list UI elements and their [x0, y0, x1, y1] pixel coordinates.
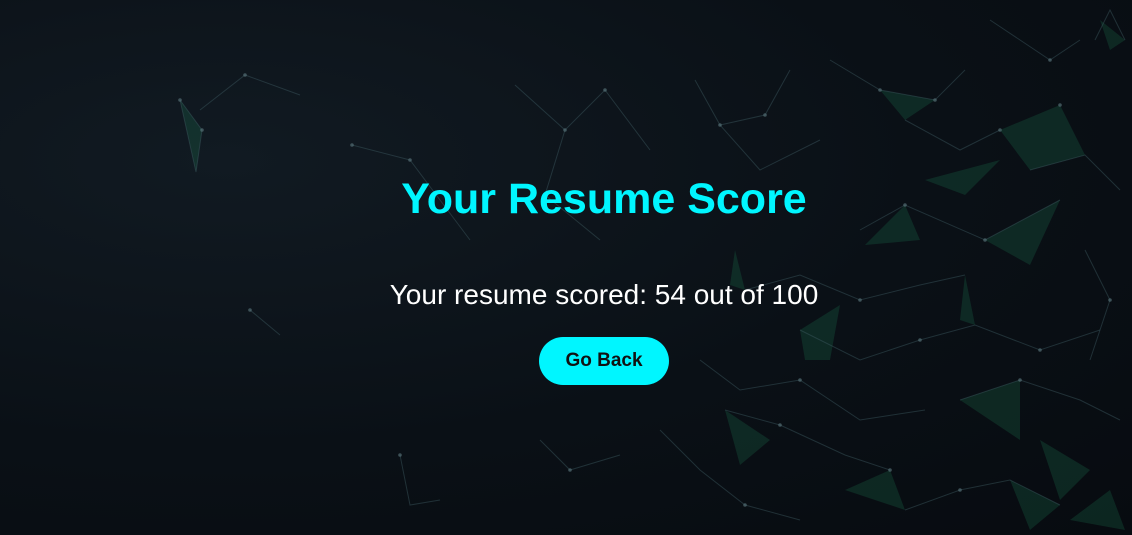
page-title: Your Resume Score	[401, 175, 807, 223]
score-text: Your resume scored: 54 out of 100	[389, 279, 819, 310]
go-back-button[interactable]: Go Back	[539, 337, 669, 385]
score-page: Your Resume Score Your resume scored: 54…	[0, 0, 1132, 535]
